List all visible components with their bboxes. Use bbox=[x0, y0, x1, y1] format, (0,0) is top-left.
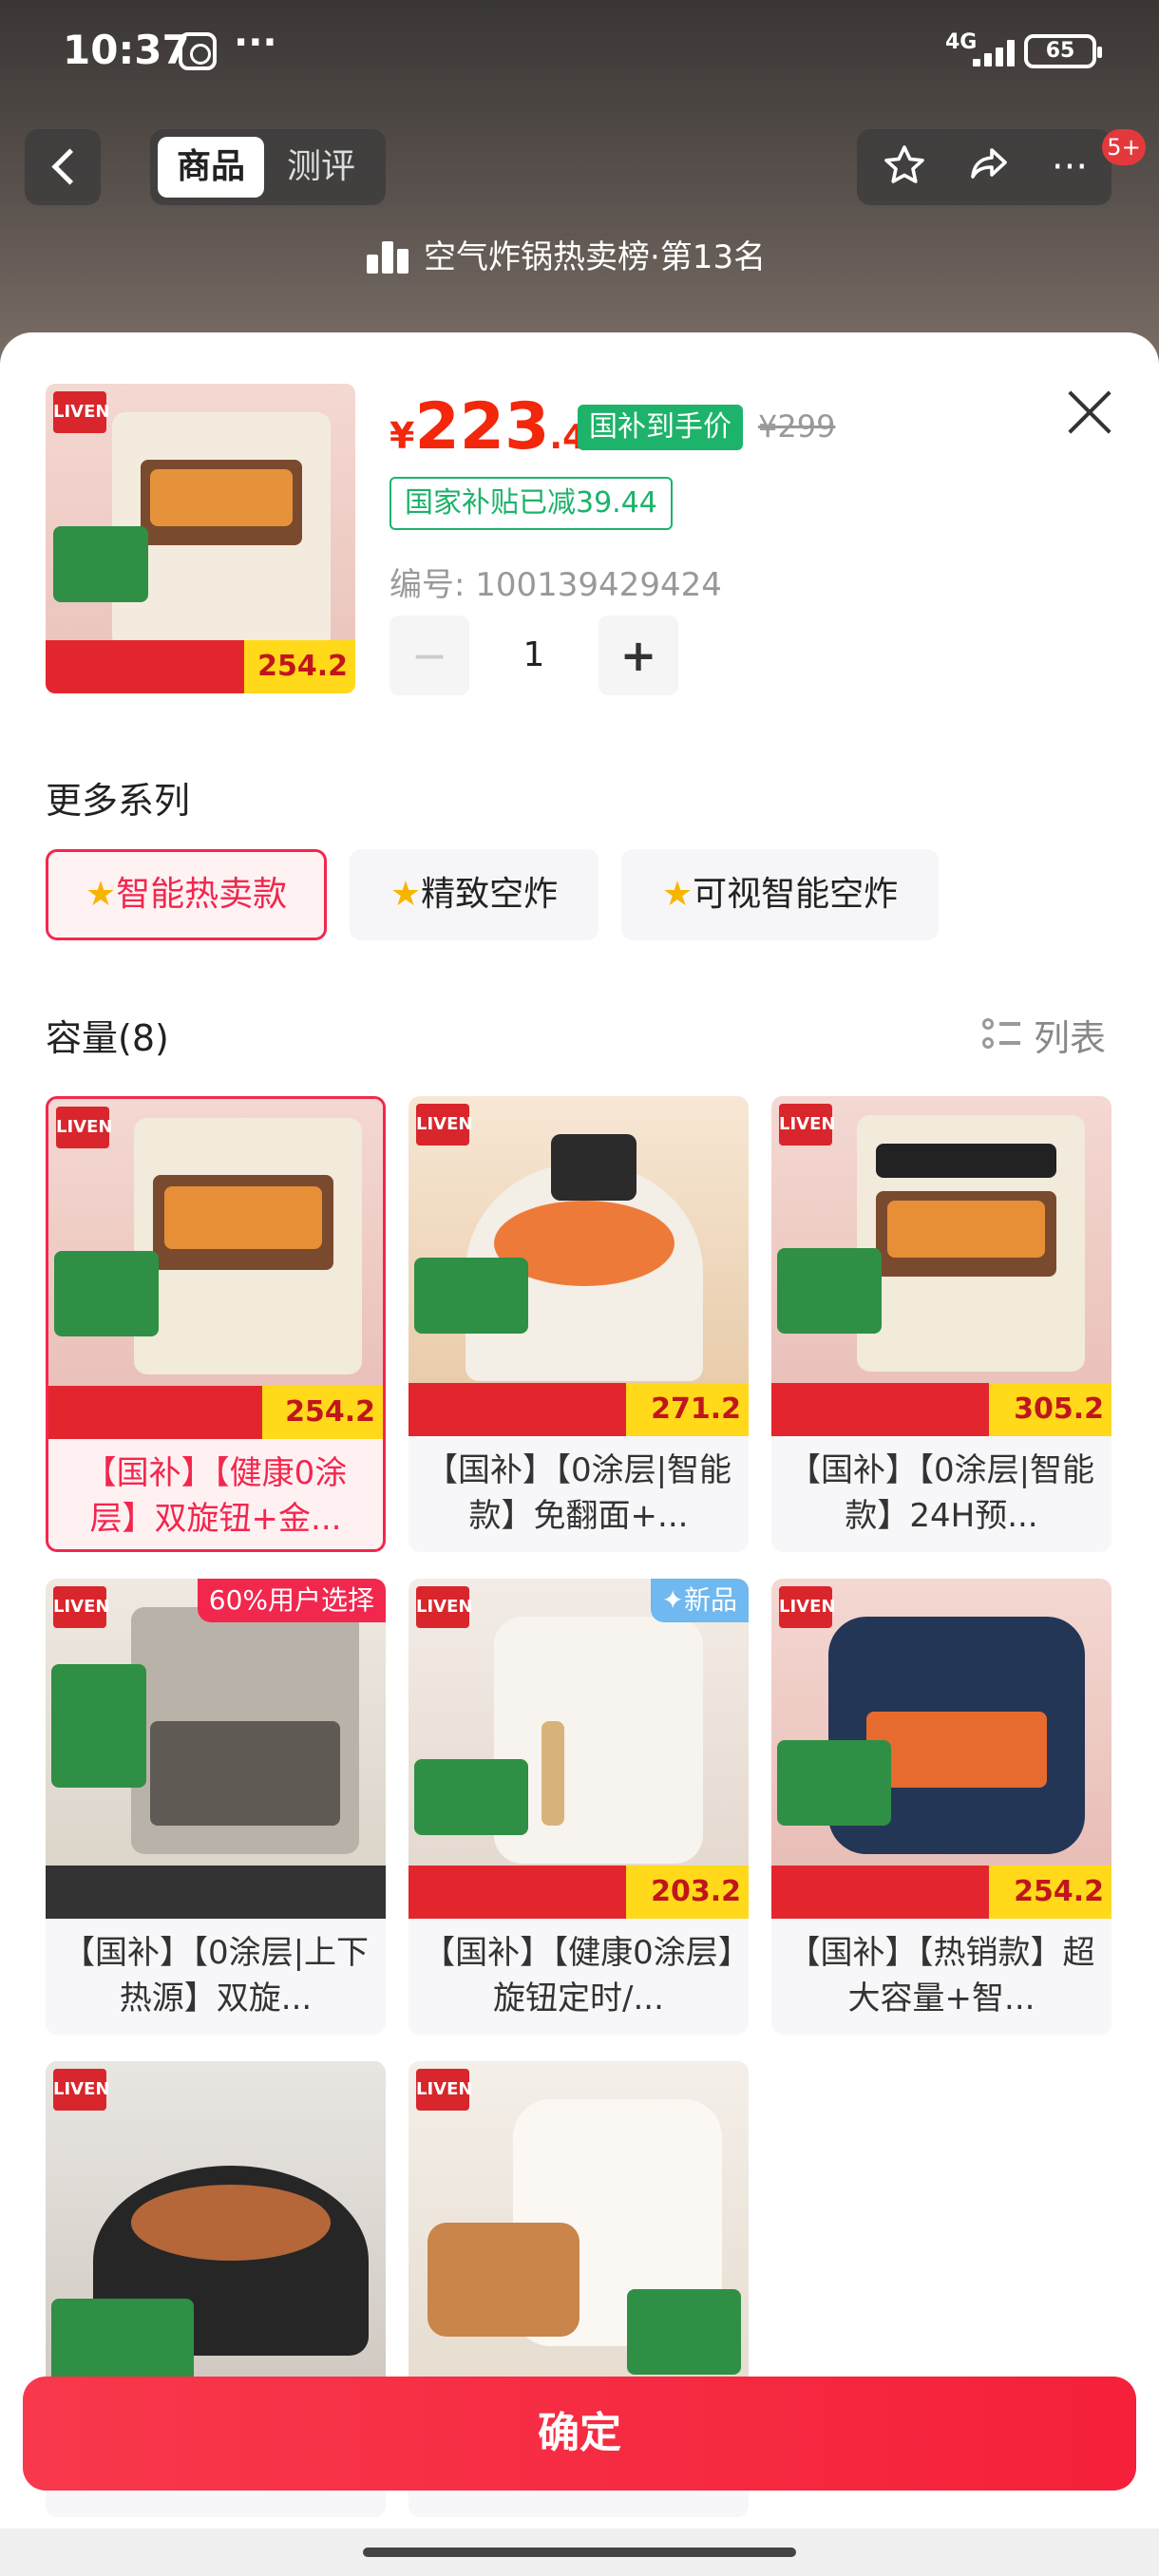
quantity-value[interactable]: 1 bbox=[469, 616, 598, 695]
capacity-option-card[interactable]: LIVEN 254.2 【国补】【健康0涂层】双旋钮+金... bbox=[46, 1096, 386, 1552]
star-icon: ★ bbox=[390, 875, 422, 914]
product-thumbnail[interactable]: LIVEN 254.2 bbox=[46, 384, 355, 693]
product-image: LIVEN 305.2 bbox=[771, 1096, 1112, 1436]
product-image: LIVEN 271.2 bbox=[408, 1096, 749, 1436]
card-title: 【国补】【健康0涂层】双旋钮+金... bbox=[84, 1454, 348, 1538]
sku-number: 编号: 100139429424 bbox=[390, 566, 722, 604]
status-time: 10:37 bbox=[63, 27, 190, 73]
increase-button[interactable]: + bbox=[598, 616, 678, 695]
product-image: LIVEN 254.2 bbox=[48, 1099, 383, 1439]
nav-tabs: 商品 测评 bbox=[150, 129, 386, 205]
tab-product[interactable]: 商品 bbox=[158, 137, 264, 198]
product-image: LIVEN bbox=[408, 2061, 749, 2401]
capacity-option-card[interactable]: LIVEN 254.2 【国补】【热销款】超大容量+智... bbox=[771, 1579, 1112, 2035]
card-title: 【国补】【0涂层|智能款】24H预... bbox=[788, 1451, 1095, 1535]
nav-actions: ··· bbox=[857, 129, 1112, 205]
share-icon[interactable] bbox=[961, 142, 1015, 192]
sku-selector-sheet: LIVEN 254.2 ¥223.46 国补到手价 ¥299 国家补贴已减39.… bbox=[0, 332, 1159, 2536]
decrease-button[interactable]: − bbox=[390, 616, 469, 695]
notification-app-icon bbox=[179, 32, 217, 70]
series-chip[interactable]: ★精致空炸 bbox=[350, 849, 598, 940]
series-chip[interactable]: ★可视智能空炸 bbox=[621, 849, 939, 940]
card-title: 【国补】【0涂层|智能款】免翻面+... bbox=[425, 1451, 732, 1535]
ranking-icon bbox=[367, 241, 408, 274]
rank-banner[interactable]: 空气炸锅热卖榜·第13名 bbox=[357, 224, 766, 291]
capacity-option-card[interactable]: LIVEN 60%用户选择 【国补】【0涂层|上下热源】双旋... bbox=[46, 1579, 386, 2035]
product-image: LIVEN 254.2 bbox=[771, 1579, 1112, 1919]
new-badge: ✦新品 bbox=[650, 1579, 749, 1622]
list-icon bbox=[982, 1014, 1020, 1052]
capacity-option-card[interactable]: LIVEN 305.2 【国补】【0涂层|智能款】24H预... bbox=[771, 1096, 1112, 1552]
more-icon[interactable]: ··· bbox=[1043, 142, 1096, 192]
popular-choice-badge: 60%用户选择 bbox=[197, 1579, 386, 1622]
brand-logo: LIVEN bbox=[53, 391, 109, 433]
product-image: LIVEN 203.2 bbox=[408, 1579, 749, 1919]
card-title: 【国补】【0涂层|上下热源】双旋... bbox=[62, 1934, 370, 2017]
close-icon[interactable] bbox=[1064, 386, 1115, 437]
capacity-option-card[interactable]: LIVEN 271.2 【国补】【0涂层|智能款】免翻面+... bbox=[408, 1096, 749, 1552]
back-button[interactable] bbox=[25, 129, 101, 205]
list-view-toggle[interactable]: 列表 bbox=[982, 1009, 1106, 1061]
series-chip[interactable]: ★智能热卖款 bbox=[46, 849, 327, 940]
more-notifications-icon: ··· bbox=[234, 21, 277, 65]
star-icon[interactable] bbox=[878, 142, 931, 192]
confirm-button[interactable]: 确定 bbox=[23, 2377, 1136, 2491]
battery-icon: 65 bbox=[1024, 34, 1102, 68]
cart-count-badge: 5+ bbox=[1102, 129, 1146, 165]
rank-text: 空气炸锅热卖榜·第13名 bbox=[424, 238, 767, 276]
product-image: LIVEN bbox=[46, 2061, 386, 2401]
original-price: ¥299 bbox=[758, 408, 836, 445]
star-icon: ★ bbox=[85, 875, 117, 914]
star-icon: ★ bbox=[661, 875, 694, 914]
tab-review[interactable]: 测评 bbox=[268, 137, 374, 198]
capacity-title: 容量(8) bbox=[46, 1017, 169, 1059]
card-title: 【国补】【健康0涂层】旋钮定时/... bbox=[423, 1934, 734, 2017]
signal-icon bbox=[960, 40, 1016, 66]
subsidy-price-badge: 国补到手价 bbox=[578, 405, 743, 450]
capacity-option-card[interactable]: LIVEN 203.2 ✦新品 【国补】【健康0涂层】旋钮定时/... bbox=[408, 1579, 749, 2035]
series-title: 更多系列 bbox=[46, 780, 191, 822]
status-bar: 10:37 ··· 4G 65 bbox=[0, 0, 1159, 104]
product-image: LIVEN bbox=[46, 1579, 386, 1919]
subsidy-discount-tag: 国家补贴已减39.44 bbox=[390, 477, 673, 530]
quantity-stepper: − 1 + bbox=[390, 616, 678, 695]
card-title: 【国补】【热销款】超大容量+智... bbox=[788, 1934, 1095, 2017]
home-indicator[interactable] bbox=[363, 2548, 796, 2557]
